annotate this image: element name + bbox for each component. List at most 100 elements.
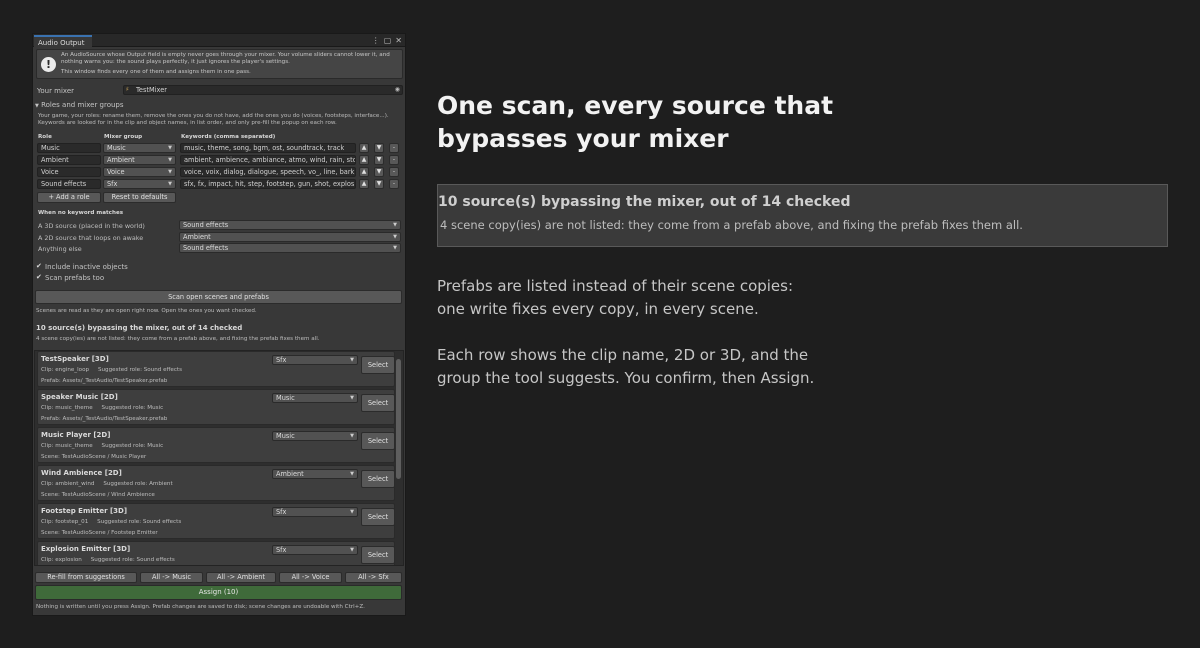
window-controls: ⋮ ▢ ✕: [372, 35, 402, 46]
select-button[interactable]: Select: [361, 394, 395, 412]
fallback-dropdown[interactable]: Sound effects ▼: [179, 243, 401, 253]
chevron-down-icon: ▼: [168, 181, 172, 187]
help-text: An AudioSource whose Output field is emp…: [61, 52, 399, 76]
chevron-down-icon: ▼: [168, 145, 172, 151]
list-item: TestSpeaker [3D] Sfx ▼ Select Clip: engin…: [37, 351, 395, 387]
kebab-menu-icon[interactable]: ⋮: [372, 35, 380, 46]
fallback-dropdown[interactable]: Sound effects ▼: [179, 220, 401, 230]
chevron-down-icon: ▼: [168, 169, 172, 175]
fallback-dropdown[interactable]: Ambient ▼: [179, 232, 401, 242]
fallback-label: Anything else: [38, 245, 82, 253]
row-clip: Clip: music_theme Suggested role: Music: [41, 405, 164, 411]
row-group-dropdown[interactable]: Music ▼: [272, 431, 358, 441]
window-tabbar: Audio Output ⋮ ▢ ✕: [33, 34, 405, 47]
arrow-up-icon[interactable]: ▲: [359, 167, 369, 177]
row-group-dropdown[interactable]: Sfx ▼: [272, 507, 358, 517]
row-path: Prefab: Assets/_TestAudio/TestSpeaker.pr…: [41, 416, 168, 422]
row-path: Scene: TestAudioScene / Wind Ambience: [41, 492, 155, 498]
fallback-label: A 3D source (placed in the world): [38, 222, 145, 230]
role-name-field[interactable]: Voice: [37, 167, 101, 177]
row-clip: Clip: explosion Suggested role: Sound ef…: [41, 557, 175, 563]
scan-button[interactable]: Scan open scenes and prefabs: [35, 290, 402, 304]
roles-help: Your game, your roles: rename them, remo…: [38, 113, 389, 127]
list-scrollbar[interactable]: [395, 353, 402, 563]
all-ambient-button[interactable]: All -> Ambient: [206, 572, 276, 583]
check-icon[interactable]: ✔: [36, 274, 43, 281]
chevron-down-icon: ▼: [350, 357, 354, 363]
maximize-icon[interactable]: ▢: [384, 35, 392, 46]
refill-suggestions-button[interactable]: Re-fill from suggestions: [35, 572, 137, 583]
select-button[interactable]: Select: [361, 356, 395, 374]
result-title: 10 source(s) bypassing the mixer, out of…: [36, 324, 243, 332]
object-picker-icon[interactable]: ◉: [395, 86, 400, 94]
para1-line2: one write fixes every copy, in every sce…: [437, 300, 759, 318]
role-keywords-field[interactable]: music, theme, song, bgm, ost, soundtrack…: [180, 143, 356, 153]
list-item: Explosion Emitter [3D] Sfx ▼ Select Clip:…: [37, 541, 395, 565]
row-path: Scene: TestAudioScene / Music Player: [41, 454, 147, 460]
row-group-dropdown[interactable]: Sfx ▼: [272, 355, 358, 365]
role-group-dropdown[interactable]: Ambient ▼: [103, 155, 176, 165]
headline: One scan, every source that bypasses you…: [437, 91, 834, 153]
reset-defaults-button[interactable]: Reset to defaults: [103, 192, 176, 203]
minus-icon[interactable]: -: [389, 167, 399, 177]
row-group-dropdown[interactable]: Music ▼: [272, 393, 358, 403]
list-item: Footstep Emitter [3D] Sfx ▼ Select Clip: …: [37, 503, 395, 539]
role-keywords-field[interactable]: sfx, fx, impact, hit, step, footstep, gu…: [180, 179, 356, 189]
select-button[interactable]: Select: [361, 546, 395, 564]
paragraph-rows: Each row shows the clip name, 2D or 3D, …: [437, 344, 857, 390]
role-name-field[interactable]: Music: [37, 143, 101, 153]
summary-box: 10 source(s) bypassing the mixer, out of…: [437, 184, 1168, 247]
row-path: Prefab: Assets/_TestAudio/TestSpeaker.pr…: [41, 378, 168, 384]
minus-icon[interactable]: -: [389, 179, 399, 189]
role-keywords-field[interactable]: voice, voix, dialog, dialogue, speech, v…: [180, 167, 356, 177]
arrow-down-icon[interactable]: ▼: [374, 179, 384, 189]
arrow-up-icon[interactable]: ▲: [359, 155, 369, 165]
add-role-button[interactable]: + Add a role: [37, 192, 101, 203]
role-group-dropdown[interactable]: Sfx ▼: [103, 179, 176, 189]
assign-button[interactable]: Assign (10): [35, 585, 402, 600]
check-icon[interactable]: ✔: [36, 263, 43, 270]
all-sfx-button[interactable]: All -> Sfx: [345, 572, 402, 583]
roles-foldout[interactable]: ▼ Roles and mixer groups: [35, 101, 124, 109]
arrow-up-icon[interactable]: ▲: [359, 179, 369, 189]
role-name-field[interactable]: Sound effects: [37, 179, 101, 189]
mixer-label: Your mixer: [37, 87, 75, 95]
tab-audio-output[interactable]: Audio Output: [34, 35, 93, 47]
chevron-down-icon: ▼: [350, 509, 354, 515]
scan-note: Scenes are read as they are open right n…: [36, 308, 257, 314]
mixer-field[interactable]: ♯ TestMixer ◉: [123, 85, 403, 95]
select-button[interactable]: Select: [361, 508, 395, 526]
select-button[interactable]: Select: [361, 470, 395, 488]
arrow-down-icon[interactable]: ▼: [374, 155, 384, 165]
scrollbar-thumb[interactable]: [396, 359, 401, 479]
mixer-value: TestMixer: [136, 86, 167, 94]
chevron-down-icon: ▼: [393, 222, 397, 228]
minus-icon[interactable]: -: [389, 143, 399, 153]
info-icon: !: [41, 57, 56, 72]
list-item: Speaker Music [2D] Music ▼ Select Clip: m…: [37, 389, 395, 425]
role-group-dropdown[interactable]: Music ▼: [103, 143, 176, 153]
row-title: Explosion Emitter [3D]: [41, 545, 131, 553]
row-title: TestSpeaker [3D]: [41, 355, 109, 363]
all-voice-button[interactable]: All -> Voice: [279, 572, 342, 583]
row-clip: Clip: music_theme Suggested role: Music: [41, 443, 164, 449]
row-group-dropdown[interactable]: Sfx ▼: [272, 545, 358, 555]
help-box: ! An AudioSource whose Output field is e…: [36, 49, 403, 79]
all-music-button[interactable]: All -> Music: [140, 572, 203, 583]
chevron-down-icon: ▼: [393, 234, 397, 240]
arrow-down-icon[interactable]: ▼: [374, 143, 384, 153]
result-note: 4 scene copy(ies) are not listed: they c…: [36, 336, 320, 342]
role-group-dropdown[interactable]: Voice ▼: [103, 167, 176, 177]
arrow-down-icon[interactable]: ▼: [374, 167, 384, 177]
role-name-field[interactable]: Ambient: [37, 155, 101, 165]
minus-icon[interactable]: -: [389, 155, 399, 165]
select-button[interactable]: Select: [361, 432, 395, 450]
row-group-dropdown[interactable]: Ambient ▼: [272, 469, 358, 479]
close-icon[interactable]: ✕: [395, 35, 402, 46]
chevron-down-icon: ▼: [168, 157, 172, 163]
help-line-2: This window finds every one of them and …: [61, 69, 251, 76]
result-list: TestSpeaker [3D] Sfx ▼ Select Clip: engin…: [34, 350, 404, 566]
footer-note: Nothing is written until you press Assig…: [36, 604, 365, 610]
role-keywords-field[interactable]: ambient, ambience, ambiance, atmo, wind,…: [180, 155, 356, 165]
arrow-up-icon[interactable]: ▲: [359, 143, 369, 153]
